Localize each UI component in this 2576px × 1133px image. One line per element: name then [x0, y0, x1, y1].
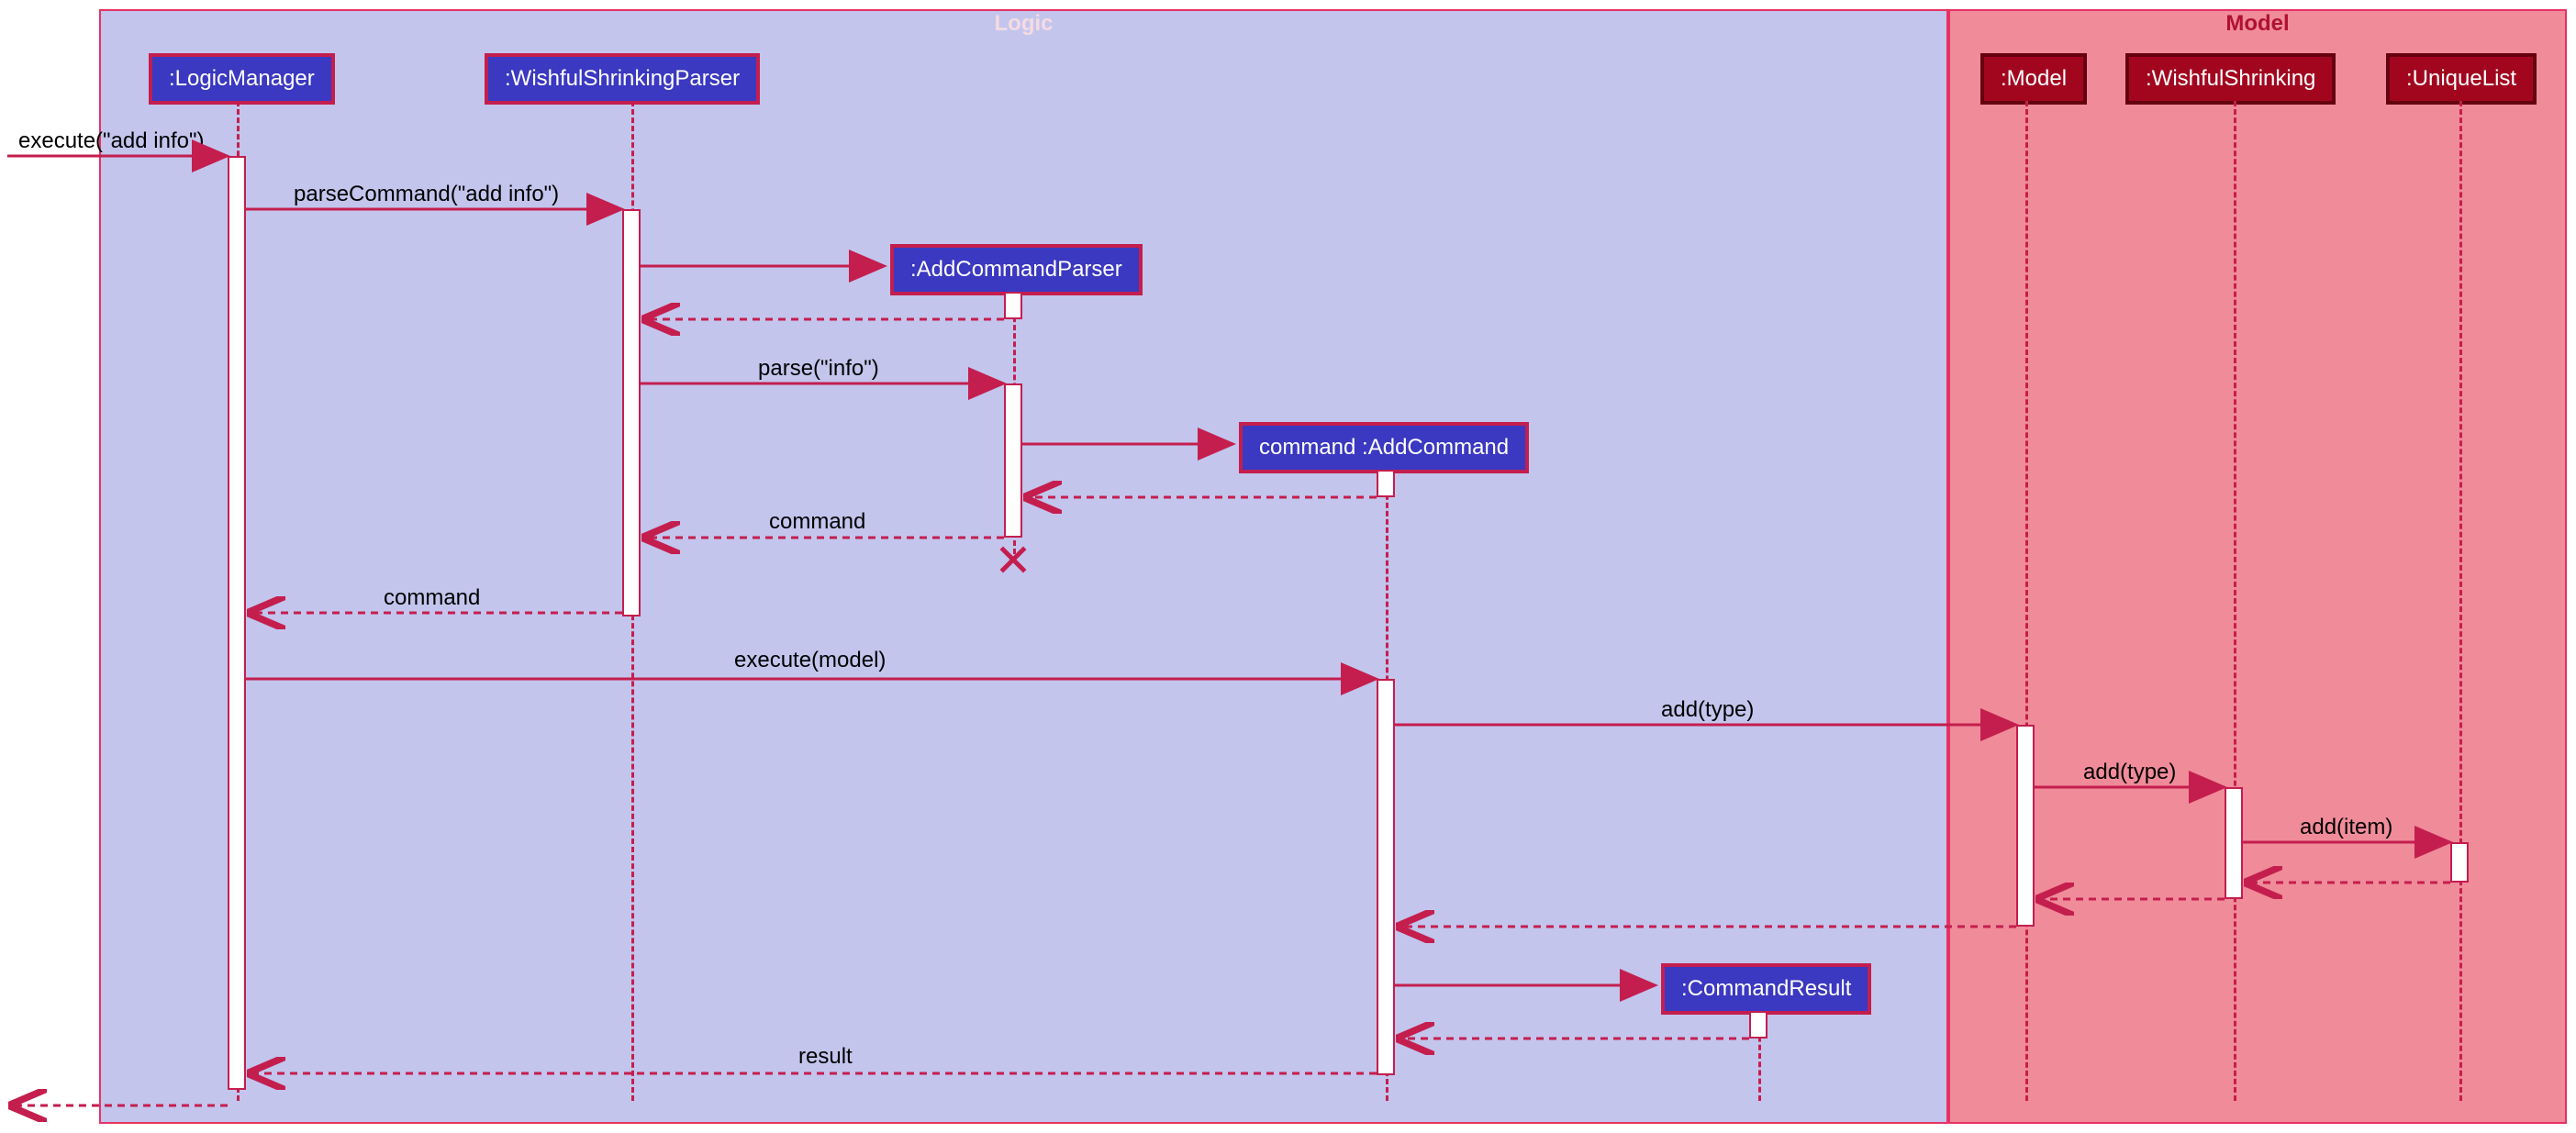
activation-wishful-shrinking [2225, 787, 2243, 899]
lifeline-unique-list [2459, 101, 2462, 1101]
destroy-icon [997, 543, 1030, 576]
model-frame: Model [1948, 9, 2567, 1124]
activation-unique-list [2450, 842, 2469, 883]
participant-model: :Model [1980, 53, 2087, 105]
activation-add-command-2 [1377, 679, 1395, 1075]
participant-command-result: :CommandResult [1661, 963, 1871, 1015]
activation-add-command-parser-2 [1004, 383, 1022, 538]
msg-parse-info: parse("info") [758, 356, 879, 382]
msg-return-command-1: command [769, 509, 865, 535]
activation-model [2016, 725, 2035, 927]
msg-return-command-2: command [384, 585, 480, 611]
msg-add-item: add(item) [2300, 815, 2392, 840]
msg-execute-model: execute(model) [734, 648, 886, 673]
participant-add-command: command :AddCommand [1239, 422, 1529, 473]
participant-unique-list: :UniqueList [2386, 53, 2537, 105]
model-frame-title: Model [2207, 9, 2307, 39]
msg-execute-add-info: execute("add info") [18, 128, 205, 154]
msg-result: result [798, 1044, 853, 1070]
participant-wishful-shrinking: :WishfulShrinking [2125, 53, 2336, 105]
msg-add-type-2: add(type) [2083, 760, 2176, 785]
msg-add-type-1: add(type) [1661, 697, 1754, 723]
activation-command-result [1749, 1011, 1768, 1039]
participant-wishful-parser: :WishfulShrinkingParser [485, 53, 760, 105]
activation-add-command-parser-1 [1004, 292, 1022, 319]
participant-logic-manager: :LogicManager [149, 53, 335, 105]
msg-parse-command: parseCommand("add info") [294, 182, 559, 207]
activation-wishful-parser [622, 209, 641, 616]
activation-logic-manager [228, 156, 246, 1090]
lifeline-model [2025, 101, 2028, 1101]
logic-frame-title: Logic [976, 9, 1072, 39]
activation-add-command-1 [1377, 470, 1395, 497]
lifeline-wishful-shrinking [2234, 101, 2236, 1101]
participant-add-command-parser: :AddCommandParser [890, 244, 1143, 295]
